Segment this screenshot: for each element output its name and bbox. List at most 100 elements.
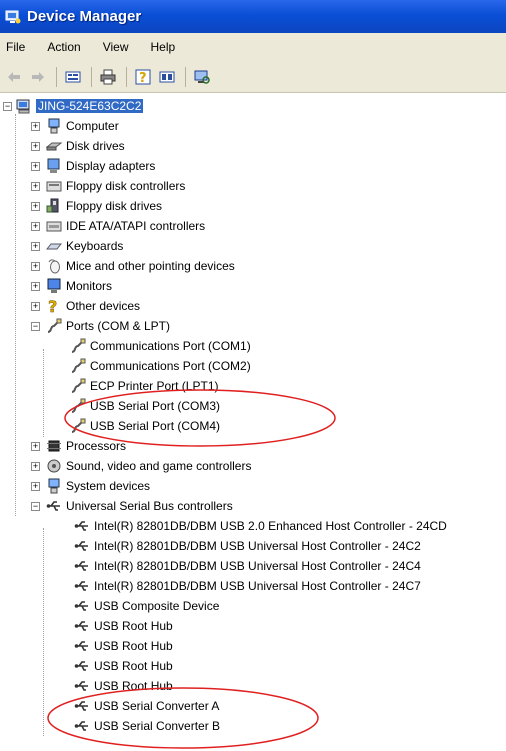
category-label: Other devices xyxy=(66,299,141,313)
window-title: Device Manager xyxy=(27,8,142,25)
scan-hardware-icon[interactable] xyxy=(192,67,212,87)
mouse-icon xyxy=(46,258,62,274)
print-icon[interactable] xyxy=(98,67,118,87)
usb-icon xyxy=(74,698,90,714)
collapse-icon[interactable]: − xyxy=(3,101,12,111)
expand-icon[interactable]: + xyxy=(31,481,40,491)
port-item[interactable]: Communications Port (COM1) xyxy=(70,336,251,356)
port-item[interactable]: USB Serial Port (COM4) xyxy=(70,416,220,436)
monitor-icon xyxy=(46,278,62,294)
expand-icon[interactable]: + xyxy=(31,201,40,211)
menu-help[interactable]: Help xyxy=(151,40,176,54)
usb-label: USB Root Hub xyxy=(94,619,173,633)
usb-item[interactable]: USB Root Hub xyxy=(74,636,173,656)
system-device-icon xyxy=(46,478,62,494)
category-disk-drives[interactable]: + Disk drives xyxy=(31,136,125,156)
display-adapter-icon xyxy=(46,158,62,174)
usb-item[interactable]: USB Serial Converter A xyxy=(74,696,219,716)
expand-icon[interactable]: + xyxy=(31,281,40,291)
usb-item[interactable]: USB Root Hub xyxy=(74,676,173,696)
usb-icon xyxy=(74,518,90,534)
category-ports[interactable]: − Ports (COM & LPT) xyxy=(31,316,170,336)
category-other-devices[interactable]: + ? Other devices xyxy=(31,296,140,316)
category-system-devices[interactable]: + System devices xyxy=(31,476,150,496)
expand-icon[interactable]: + xyxy=(31,441,40,451)
port-label: Communications Port (COM1) xyxy=(90,339,251,353)
expand-icon[interactable]: + xyxy=(31,301,40,311)
port-label: USB Serial Port (COM4) xyxy=(90,419,221,433)
category-sound[interactable]: + Sound, video and game controllers xyxy=(31,456,251,476)
port-item[interactable]: ECP Printer Port (LPT1) xyxy=(70,376,218,396)
disk-drive-icon xyxy=(45,138,63,154)
usb-item[interactable]: Intel(R) 82801DB/DBM USB 2.0 Enhanced Ho… xyxy=(74,516,447,536)
expand-icon[interactable]: + xyxy=(31,461,40,471)
usb-item[interactable]: USB Serial Converter B xyxy=(74,716,220,736)
usb-label: Intel(R) 82801DB/DBM USB Universal Host … xyxy=(94,539,421,553)
tree-line xyxy=(43,349,44,437)
usb-item[interactable]: Intel(R) 82801DB/DBM USB Universal Host … xyxy=(74,576,421,596)
category-label: Disk drives xyxy=(66,139,125,153)
category-label: System devices xyxy=(66,479,151,493)
category-floppy-controllers[interactable]: + Floppy disk controllers xyxy=(31,176,185,196)
svg-text:?: ? xyxy=(139,71,147,85)
usb-icon xyxy=(74,678,90,694)
expand-icon[interactable]: + xyxy=(31,161,40,171)
forward-arrow-icon[interactable] xyxy=(28,67,48,87)
category-monitors[interactable]: + Monitors xyxy=(31,276,112,296)
expand-icon[interactable]: + xyxy=(31,241,40,251)
usb-label: USB Root Hub xyxy=(94,679,173,693)
category-usb-controllers[interactable]: − Universal Serial Bus controllers xyxy=(31,496,233,516)
usb-item[interactable]: Intel(R) 82801DB/DBM USB Universal Host … xyxy=(74,536,421,556)
category-label: Universal Serial Bus controllers xyxy=(66,499,233,513)
port-item[interactable]: Communications Port (COM2) xyxy=(70,356,251,376)
expand-icon[interactable]: + xyxy=(31,221,40,231)
category-label: Sound, video and game controllers xyxy=(66,459,252,473)
expand-icon[interactable]: + xyxy=(31,141,40,151)
category-computer[interactable]: + Computer xyxy=(31,116,119,136)
usb-item[interactable]: USB Root Hub xyxy=(74,616,173,636)
expand-icon[interactable]: + xyxy=(31,181,40,191)
svg-text:?: ? xyxy=(48,298,57,314)
ide-controller-icon xyxy=(46,218,62,234)
menu-file[interactable]: File xyxy=(6,40,25,54)
collapse-icon[interactable]: − xyxy=(31,321,40,331)
device-tree: − JING-524E63C2C2 + Computer + Disk driv… xyxy=(0,94,506,751)
usb-item[interactable]: USB Composite Device xyxy=(74,596,219,616)
category-floppy-drives[interactable]: + Floppy disk drives xyxy=(31,196,162,216)
back-arrow-icon[interactable] xyxy=(4,67,24,87)
help-icon[interactable]: ? xyxy=(133,67,153,87)
menu-action[interactable]: Action xyxy=(47,40,80,54)
category-mice[interactable]: + Mice and other pointing devices xyxy=(31,256,235,276)
device-manager-icon xyxy=(5,9,21,25)
expand-icon[interactable]: + xyxy=(31,261,40,271)
expand-icon[interactable]: + xyxy=(31,121,40,131)
usb-label: USB Serial Converter B xyxy=(94,719,221,733)
usb-label: USB Root Hub xyxy=(94,659,173,673)
serial-port-icon xyxy=(70,418,86,434)
category-label: Floppy disk drives xyxy=(66,199,163,213)
usb-label: Intel(R) 82801DB/DBM USB Universal Host … xyxy=(94,579,421,593)
view-icon[interactable] xyxy=(157,67,177,87)
category-keyboards[interactable]: + Keyboards xyxy=(31,236,123,256)
tree-root[interactable]: − JING-524E63C2C2 xyxy=(3,96,144,116)
menu-view[interactable]: View xyxy=(103,40,129,54)
title-bar: Device Manager xyxy=(0,0,506,33)
port-label: Communications Port (COM2) xyxy=(90,359,251,373)
category-label: Floppy disk controllers xyxy=(66,179,186,193)
collapse-icon[interactable]: − xyxy=(31,501,40,511)
usb-item[interactable]: Intel(R) 82801DB/DBM USB Universal Host … xyxy=(74,556,421,576)
port-icon xyxy=(46,318,62,334)
category-display-adapters[interactable]: + Display adapters xyxy=(31,156,155,176)
port-item[interactable]: USB Serial Port (COM3) xyxy=(70,396,220,416)
usb-item[interactable]: USB Root Hub xyxy=(74,656,173,676)
category-processors[interactable]: + Processors xyxy=(31,436,126,456)
port-label: ECP Printer Port (LPT1) xyxy=(90,379,219,393)
usb-icon xyxy=(74,578,90,594)
category-label: Mice and other pointing devices xyxy=(66,259,235,273)
properties-icon[interactable] xyxy=(63,67,83,87)
category-label: IDE ATA/ATAPI controllers xyxy=(66,219,206,233)
toolbar-separator xyxy=(91,66,92,87)
usb-label: USB Composite Device xyxy=(94,599,220,613)
printer-port-icon xyxy=(70,378,86,394)
category-ide-controllers[interactable]: + IDE ATA/ATAPI controllers xyxy=(31,216,205,236)
